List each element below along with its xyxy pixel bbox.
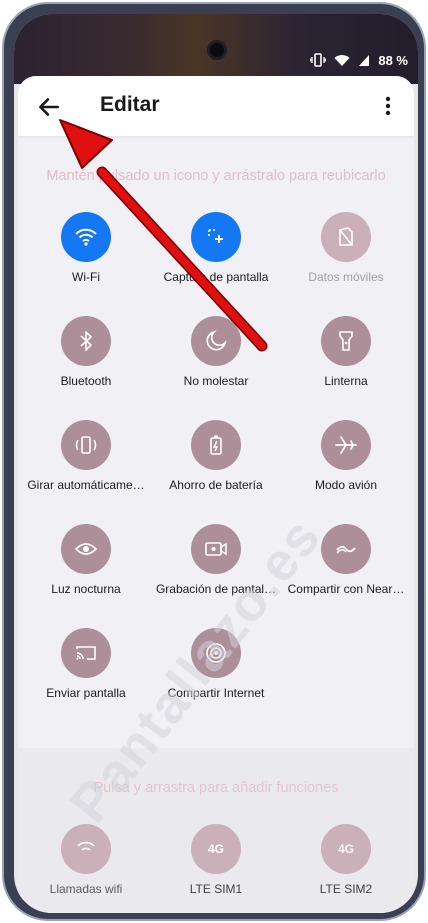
hint-add-functions: Pulsa y arrastra para añadir funciones (93, 780, 339, 796)
status-bar: 88 % (310, 51, 408, 69)
tile-label: Bluetooth (60, 374, 112, 388)
nearby-share-icon (336, 545, 356, 554)
vibrate-icon (310, 53, 327, 67)
screen-record-icon (205, 542, 227, 556)
tile-screenshot[interactable]: Captura de pantalla (150, 212, 282, 302)
tile-night-light[interactable]: Luz nocturna (20, 524, 152, 614)
airplane-icon (335, 436, 357, 454)
tile-circle (191, 524, 241, 574)
tile-circle (191, 212, 241, 262)
tile-circle (191, 420, 241, 470)
tile-label: LTE SIM1 (189, 882, 243, 896)
tile-circle (321, 212, 371, 262)
tile-label: Linterna (324, 374, 368, 388)
mobile-data-icon (339, 227, 353, 246)
battery-percent: 88 % (378, 52, 408, 68)
tile-nearby-share[interactable]: Compartir con Near… (280, 524, 412, 614)
back-arrow-icon[interactable] (36, 94, 62, 120)
tile-label: Ahorro de batería (169, 478, 263, 492)
tile-label: No molestar (183, 374, 249, 388)
tile-auto-rotate[interactable]: Girar automáticame… (20, 420, 152, 510)
tile-circle (321, 524, 371, 574)
more-options-icon[interactable] (376, 94, 400, 118)
tile-circle (321, 420, 371, 470)
wifi-icon (75, 228, 97, 246)
tile-circle (61, 628, 111, 678)
tile-circle (61, 420, 111, 470)
tile-battery-saver[interactable]: Ahorro de batería (150, 420, 282, 510)
page-title: Editar (100, 93, 160, 116)
app-bar: Editar (18, 76, 414, 136)
tile-wifi[interactable]: Wi-Fi (20, 212, 152, 302)
tile-circle: 4G (191, 824, 241, 874)
tile-bluetooth[interactable]: Bluetooth (20, 316, 152, 406)
tile-mobile-data[interactable]: Datos móviles (280, 212, 412, 302)
tile-label: Compartir Internet (167, 686, 265, 700)
tile-label: Luz nocturna (51, 582, 121, 596)
tile-screen-record[interactable]: Grabación de pantal… (150, 524, 282, 614)
tile-circle (191, 316, 241, 366)
hint-reorder: Mantén pulsado un icono y arrástralo par… (46, 168, 386, 184)
tile-label: Wi-Fi (72, 270, 100, 284)
tile-flashlight[interactable]: Linterna (280, 316, 412, 406)
tile-circle (61, 524, 111, 574)
front-camera (207, 40, 227, 60)
tile-label: LTE SIM2 (319, 882, 373, 896)
cast-icon (76, 646, 96, 660)
tile-label: Captura de pantalla (163, 270, 269, 284)
screenshot-icon (208, 229, 223, 243)
tile-cast-screen[interactable]: Enviar pantalla (20, 628, 152, 718)
wifi-status-icon (334, 54, 350, 66)
flashlight-icon (339, 331, 353, 351)
tile-circle (191, 628, 241, 678)
tile-label: Grabación de pantal… (155, 582, 277, 596)
tile-label: Compartir con Near… (287, 582, 405, 596)
tile-circle (61, 824, 111, 874)
tile-label: Enviar pantalla (46, 686, 126, 700)
bluetooth-icon (80, 331, 92, 351)
tile-circle (321, 316, 371, 366)
moon-icon (206, 330, 227, 351)
tile-wifi-calling[interactable]: Llamadas wifi (20, 824, 152, 913)
screen: 88 % Editar Mantén pulsado un icono y ar… (14, 14, 418, 913)
tile-label: Modo avión (314, 478, 378, 492)
tile-label: Datos móviles (308, 270, 384, 284)
phone-frame: 88 % Editar Mantén pulsado un icono y ar… (2, 2, 426, 921)
tile-circle: 4G (321, 824, 371, 874)
4g-icon: 4G (207, 842, 224, 856)
edit-panel: Editar Mantén pulsado un icono y arrástr… (18, 76, 414, 913)
tile-circle (61, 316, 111, 366)
tile-hotspot[interactable]: Compartir Internet (150, 628, 282, 718)
tile-label: Girar automáticame… (27, 478, 145, 492)
eye-icon (74, 543, 98, 555)
tile-lte-sim2[interactable]: 4G LTE SIM2 (280, 824, 412, 913)
hotspot-icon (206, 643, 226, 663)
tile-airplane-mode[interactable]: Modo avión (280, 420, 412, 510)
tile-label: Llamadas wifi (49, 882, 123, 896)
tile-do-not-disturb[interactable]: No molestar (150, 316, 282, 406)
wifi-calling-icon (77, 841, 95, 851)
tile-circle (61, 212, 111, 262)
tile-lte-sim1[interactable]: 4G LTE SIM1 (150, 824, 282, 913)
signal-icon (359, 54, 370, 66)
auto-rotate-icon (75, 436, 97, 454)
4g-icon: 4G (337, 842, 354, 856)
battery-saver-icon (210, 435, 222, 455)
